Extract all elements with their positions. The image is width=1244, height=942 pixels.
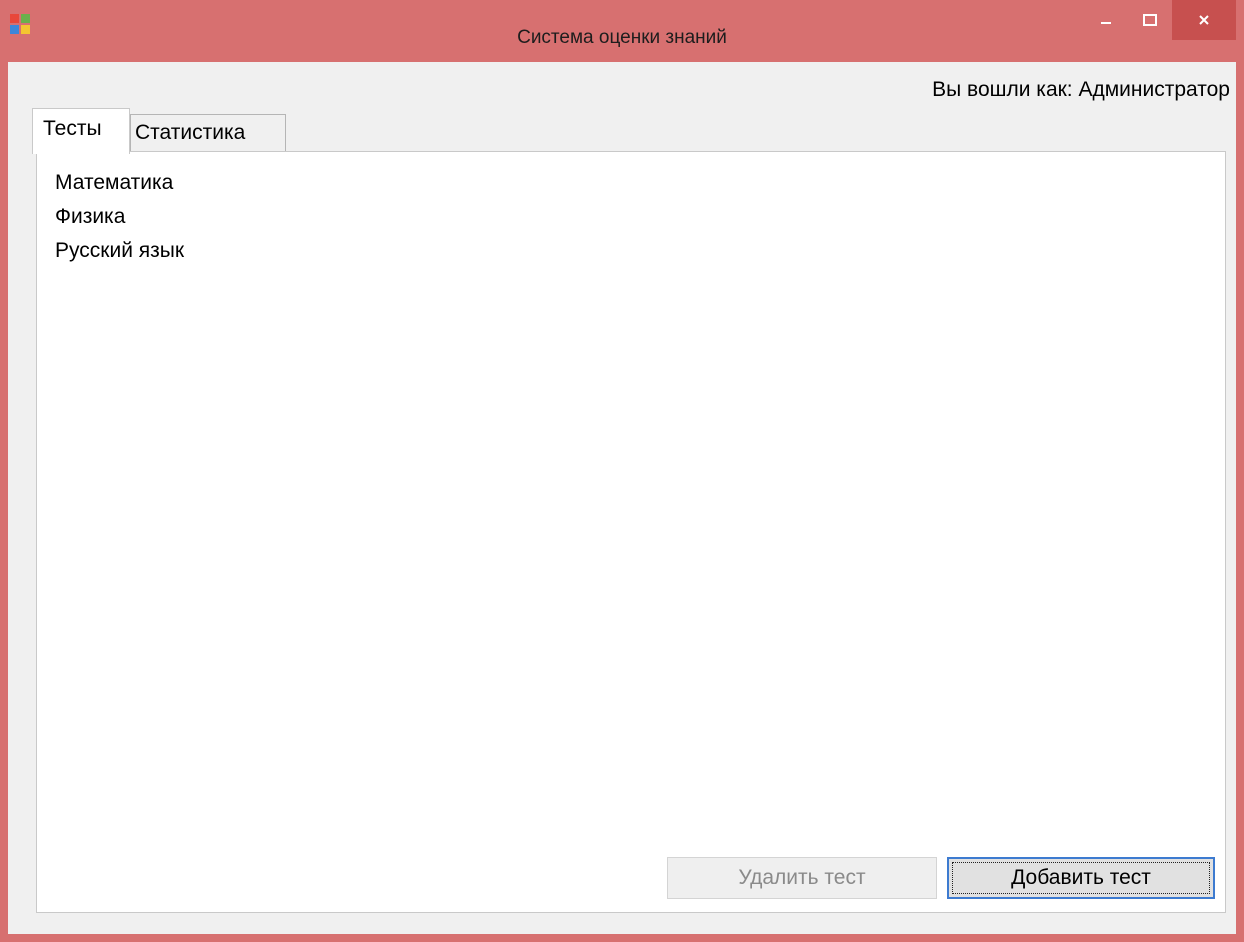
- title-bar[interactable]: Система оценки знаний: [0, 0, 1244, 62]
- close-icon: [1199, 15, 1209, 25]
- tests-tab-panel: Математика Физика Русский язык Удалить т…: [36, 151, 1226, 913]
- minimize-icon: [1101, 22, 1111, 24]
- minimize-button[interactable]: [1084, 0, 1128, 40]
- window-title: Система оценки знаний: [517, 27, 727, 48]
- list-item[interactable]: Русский язык: [55, 234, 184, 268]
- add-test-label: Добавить тест: [1011, 866, 1151, 889]
- maximize-button[interactable]: [1128, 0, 1172, 40]
- tests-list[interactable]: Математика Физика Русский язык: [55, 166, 184, 268]
- logged-in-user-label: Вы вошли как: Администратор: [932, 78, 1230, 101]
- add-test-button[interactable]: Добавить тест: [947, 857, 1215, 899]
- app-window: Система оценки знаний Вы вошли как: Адми…: [0, 0, 1244, 942]
- tab-statistics[interactable]: Статистика: [130, 114, 286, 152]
- list-item[interactable]: Математика: [55, 166, 184, 200]
- tab-tests[interactable]: Тесты: [32, 108, 130, 154]
- close-button[interactable]: [1172, 0, 1236, 40]
- maximize-icon: [1143, 14, 1157, 26]
- list-item[interactable]: Физика: [55, 200, 184, 234]
- client-area: Вы вошли как: Администратор Тесты Статис…: [8, 62, 1236, 934]
- delete-test-label: Удалить тест: [738, 866, 866, 889]
- delete-test-button[interactable]: Удалить тест: [667, 857, 937, 899]
- focus-rectangle: Добавить тест: [952, 862, 1210, 894]
